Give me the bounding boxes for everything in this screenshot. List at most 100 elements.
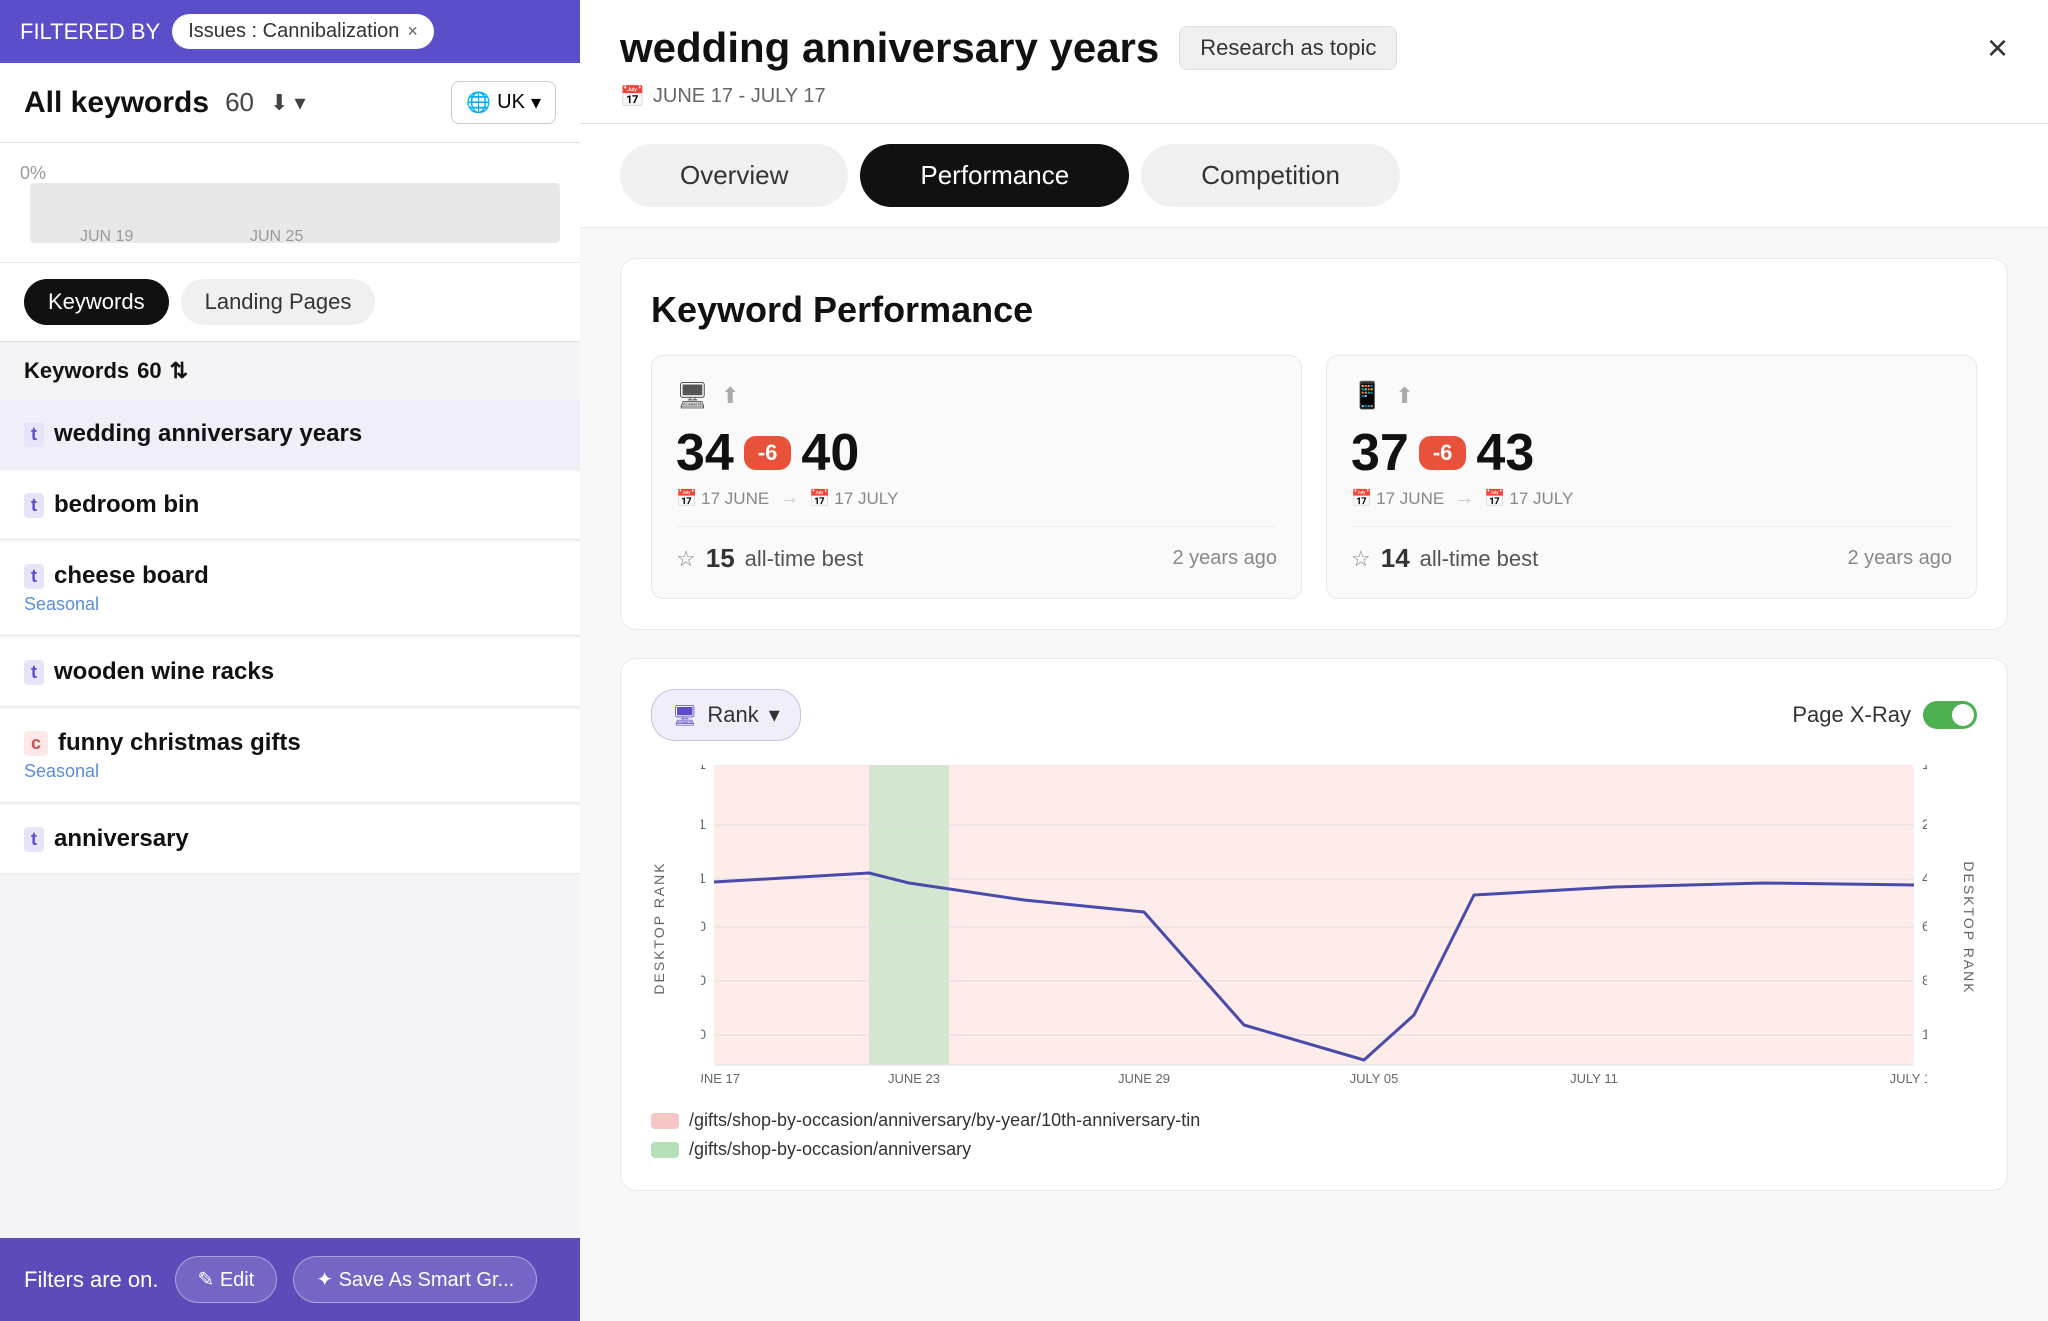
desktop-metric-box: 🖥 ⬆ 34 -6 40 📅 17 JUNE → xyxy=(651,355,1302,599)
all-keywords-title: All keywords xyxy=(24,86,209,120)
desktop-start-date: 📅 17 JUNE xyxy=(676,487,769,510)
keywords-section-header: Keywords 60 ⇅ xyxy=(0,342,580,400)
region-button[interactable]: 🌐 UK ▾ xyxy=(451,81,556,124)
rank-chevron-icon: ▾ xyxy=(769,702,780,728)
filter-label: FILTERED BY xyxy=(20,19,160,45)
tab-competition[interactable]: Competition xyxy=(1141,144,1400,207)
mobile-icon: 📱 xyxy=(1351,380,1383,411)
mobile-best-label: all-time best xyxy=(1420,546,1539,572)
svg-text:80: 80 xyxy=(1922,972,1927,988)
legend-item-1: /gifts/shop-by-occasion/anniversary/by-y… xyxy=(651,1110,1977,1131)
svg-text:JULY 05: JULY 05 xyxy=(1350,1071,1399,1085)
mobile-save-icon[interactable]: ⬆ xyxy=(1395,383,1413,409)
svg-text:21: 21 xyxy=(701,816,706,832)
left-panel: FILTERED BY Issues : Cannibalization × A… xyxy=(0,0,580,1321)
filter-bar: FILTERED BY Issues : Cannibalization × xyxy=(0,0,580,63)
desktop-rank-icon: 🖥 xyxy=(672,703,697,728)
tab-overview[interactable]: Overview xyxy=(620,144,848,207)
star-icon-mobile: ☆ xyxy=(1351,546,1371,572)
cal-icon2: 📅 xyxy=(809,489,830,509)
svg-text:41: 41 xyxy=(701,870,706,886)
modal-content: Keyword Performance 🖥 ⬆ 34 -6 40 xyxy=(580,228,2048,1221)
keyword-text: bedroom bin xyxy=(54,491,199,519)
keywords-header-text: Keywords xyxy=(24,358,129,384)
keyword-item[interactable]: c funny christmas gifts Seasonal xyxy=(0,709,580,803)
mobile-perf-numbers: 37 -6 43 xyxy=(1351,423,1952,483)
desktop-best-value: 15 xyxy=(706,543,735,574)
desktop-icon: 🖥 xyxy=(676,380,709,411)
chart-wrapper: DESKTOP RANK DESKTOP RANK 1 xyxy=(651,765,1977,1090)
keyword-count: 60 xyxy=(225,87,254,118)
keyword-type-badge: t xyxy=(24,493,44,518)
chevron-down-icon: ▾ xyxy=(531,90,541,115)
save-smart-group-button[interactable]: ✦ Save As Smart Gr... xyxy=(293,1256,537,1303)
desktop-date-row: 📅 17 JUNE → 📅 17 JULY xyxy=(676,487,1277,510)
mobile-best-time: 2 years ago xyxy=(1847,547,1952,570)
keyword-type-badge: t xyxy=(24,827,44,852)
mobile-best-value: 14 xyxy=(1381,543,1410,574)
page-xray-toggle[interactable] xyxy=(1923,701,1977,729)
svg-text:JULY 11: JULY 11 xyxy=(1570,1071,1618,1085)
svg-text:60: 60 xyxy=(701,918,706,934)
desktop-best-label: all-time best xyxy=(745,546,864,572)
tab-keywords[interactable]: Keywords xyxy=(24,279,169,325)
keyword-type-badge: t xyxy=(24,564,44,589)
keyword-text: wedding anniversary years xyxy=(54,420,362,448)
mobile-start-date: 📅 17 JUNE xyxy=(1351,487,1444,510)
tab-landing-pages[interactable]: Landing Pages xyxy=(181,279,376,325)
chart-date-1: JUN 19 xyxy=(80,228,133,246)
rank-selector[interactable]: 🖥 Rank ▾ xyxy=(651,689,801,741)
download-icon[interactable]: ⬇ ▾ xyxy=(270,90,306,116)
svg-text:100: 100 xyxy=(701,1026,706,1042)
legend-color-1 xyxy=(651,1113,679,1129)
cal-icon3: 📅 xyxy=(1351,489,1372,509)
cal-icon: 📅 xyxy=(676,489,697,509)
keyword-text: cheese board xyxy=(54,562,209,590)
keyword-item[interactable]: t cheese board Seasonal xyxy=(0,542,580,636)
modal-title: wedding anniversary years xyxy=(620,24,1159,72)
legend-color-2 xyxy=(651,1142,679,1158)
keyword-performance-title: Keyword Performance xyxy=(651,289,1977,331)
keyword-item[interactable]: t bedroom bin xyxy=(0,471,580,540)
rank-label: Rank xyxy=(707,702,758,728)
chart-date-2: JUN 25 xyxy=(250,228,303,246)
modal-panel: wedding anniversary years Research as to… xyxy=(580,0,2048,1321)
mobile-delta: -6 xyxy=(1419,436,1467,470)
svg-text:1: 1 xyxy=(701,765,706,772)
desktop-save-icon[interactable]: ⬆ xyxy=(721,383,739,409)
filter-badge-text: Issues : Cannibalization xyxy=(188,20,399,43)
mobile-start-value: 37 xyxy=(1351,423,1409,483)
globe-icon: 🌐 xyxy=(466,90,491,115)
chart-area: 0% JUN 19 JUN 25 xyxy=(0,143,580,263)
svg-text:JULY 17: JULY 17 xyxy=(1890,1071,1927,1085)
keyword-seasonal: Seasonal xyxy=(24,761,556,782)
edit-button[interactable]: ✎ Edit xyxy=(175,1256,278,1303)
modal-close-button[interactable]: × xyxy=(1987,27,2008,69)
chart-zero-label: 0% xyxy=(20,163,46,184)
svg-text:21: 21 xyxy=(1922,816,1927,832)
desktop-metric-header: 🖥 ⬆ xyxy=(676,380,1277,411)
sort-icon[interactable]: ⇅ xyxy=(170,358,188,384)
desktop-perf-numbers: 34 -6 40 xyxy=(676,423,1277,483)
filters-on-message: Filters are on. xyxy=(24,1267,159,1293)
desktop-end-value: 40 xyxy=(801,423,859,483)
modal-research-badge[interactable]: Research as topic xyxy=(1179,26,1397,70)
filter-badge-close[interactable]: × xyxy=(407,21,418,42)
star-icon: ☆ xyxy=(676,546,696,572)
tab-performance[interactable]: Performance xyxy=(860,144,1129,207)
keyword-item[interactable]: t wooden wine racks xyxy=(0,638,580,707)
rank-chart-card: 🖥 Rank ▾ Page X-Ray DESKTOP RANK DESKTOP… xyxy=(620,658,2008,1191)
keyword-item[interactable]: t anniversary xyxy=(0,805,580,874)
desktop-start-value: 34 xyxy=(676,423,734,483)
svg-text:1: 1 xyxy=(1922,765,1927,772)
filter-badge: Issues : Cannibalization × xyxy=(172,14,434,49)
keywords-header-count: 60 xyxy=(137,358,161,384)
region-label: UK xyxy=(497,91,525,114)
svg-text:JUNE 23: JUNE 23 xyxy=(888,1071,940,1085)
keyword-item[interactable]: t wedding anniversary years xyxy=(0,400,580,469)
keyword-list: t wedding anniversary years t bedroom bi… xyxy=(0,400,580,876)
legend-item-2: /gifts/shop-by-occasion/anniversary xyxy=(651,1139,1977,1160)
chart-legend: /gifts/shop-by-occasion/anniversary/by-y… xyxy=(651,1110,1977,1160)
mobile-metric-box: 📱 ⬆ 37 -6 43 📅 17 JUNE → xyxy=(1326,355,1977,599)
performance-metrics-row: 🖥 ⬆ 34 -6 40 📅 17 JUNE → xyxy=(651,355,1977,599)
